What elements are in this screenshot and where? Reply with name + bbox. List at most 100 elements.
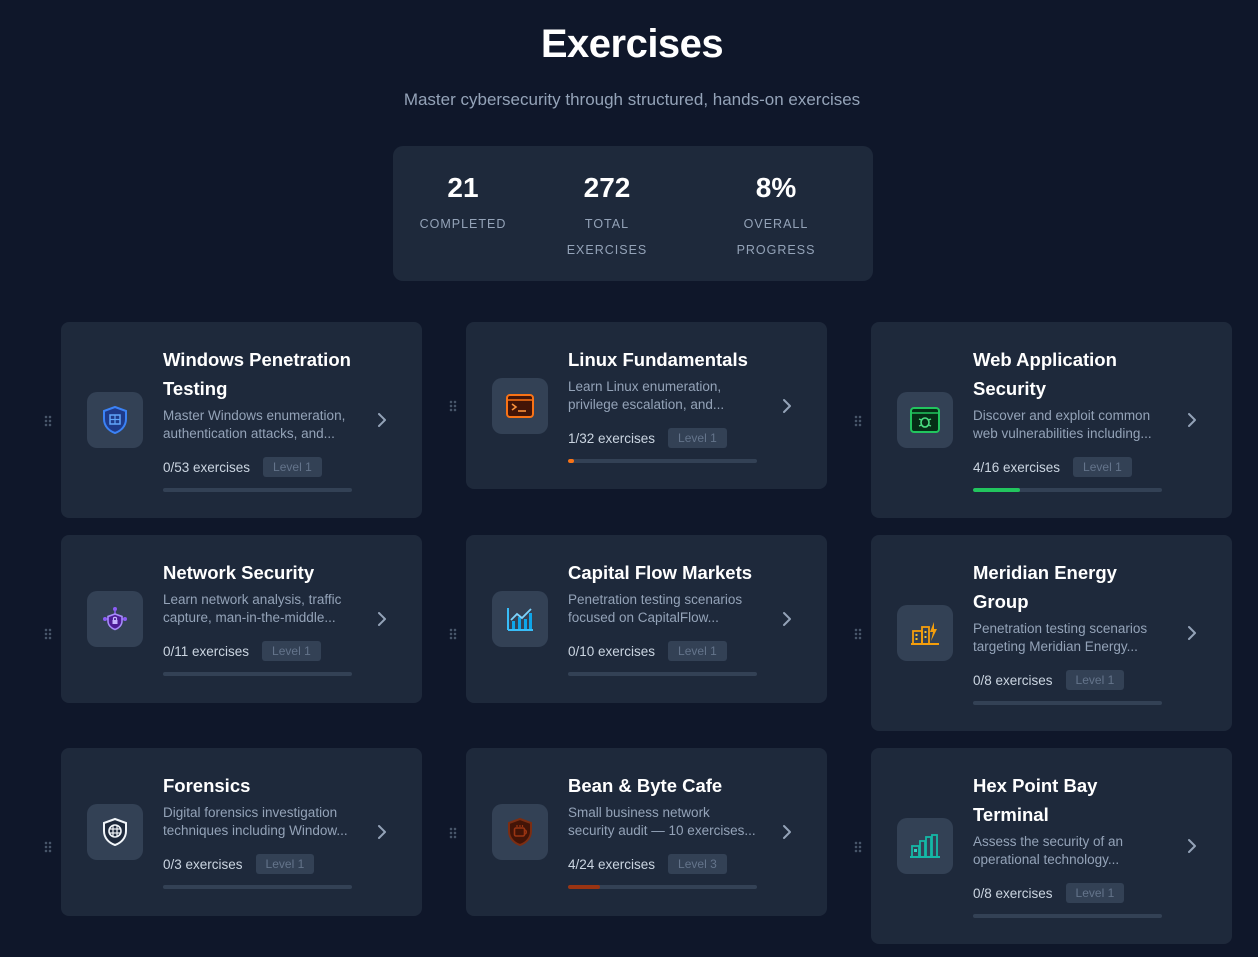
card-title: Bean & Byte Cafe (568, 771, 768, 800)
exercise-card-windows-penetration-testing[interactable]: Windows Penetration Testing Master Windo… (61, 322, 422, 518)
drag-handle-icon[interactable] (854, 841, 862, 853)
card-title-line: Bean & Byte Cafe (568, 775, 723, 796)
stat-label: COMPLETED (413, 211, 513, 237)
card-body: Network Security Learn network analysis,… (163, 558, 363, 676)
exercise-card-capital-flow-markets[interactable]: Capital Flow Markets Penetration testing… (466, 535, 827, 703)
card-description-line: authentication attacks, and... (163, 426, 335, 441)
card-description-line: focused on CapitalFlow... (568, 610, 719, 625)
card-icon (492, 378, 548, 434)
drag-handle-icon[interactable] (44, 841, 52, 853)
card-title-line: Terminal (973, 804, 1049, 825)
card-meta: 0/10 exercises Level 1 (568, 640, 768, 662)
card-description: Master Windows enumeration, authenticati… (163, 407, 363, 443)
stat-value: 8% (755, 172, 797, 203)
drag-handle-icon[interactable] (449, 400, 457, 412)
exercise-count: 4/24 exercises (568, 856, 656, 872)
stat-overall-progress: 8% OVERALL PROGRESS (726, 170, 826, 263)
card-meta: 0/11 exercises Level 1 (163, 640, 363, 662)
card-body: Bean & Byte Cafe Small business network … (568, 771, 768, 889)
card-meta: 0/3 exercises Level 1 (163, 853, 363, 875)
exercise-count: 1/32 exercises (568, 430, 656, 446)
drag-handle-icon[interactable] (854, 628, 862, 640)
card-description-line: Learn network analysis, traffic (163, 592, 342, 607)
shield-icon (103, 405, 127, 435)
level-badge: Level 1 (1073, 457, 1132, 477)
card-title: Meridian Energy Group (973, 558, 1173, 616)
card-title: Network Security (163, 558, 363, 587)
card-description-line: techniques including Window... (163, 823, 348, 838)
card-description: Discover and exploit common web vulnerab… (973, 407, 1173, 443)
card-title: Web Application Security (973, 345, 1173, 403)
card-title-line: Network Security (163, 562, 315, 583)
chevron-right-icon (372, 822, 392, 842)
card-icon (492, 804, 548, 860)
stat-value: 272 (583, 172, 631, 203)
chevron-right-icon (777, 822, 797, 842)
exercise-card-bean-and-byte-cafe[interactable]: Bean & Byte Cafe Small business network … (466, 748, 827, 916)
card-description: Small business network security audit — … (568, 804, 768, 840)
level-badge: Level 3 (668, 854, 727, 874)
progress-bar (568, 672, 757, 676)
level-badge: Level 1 (668, 428, 727, 448)
card-title: Capital Flow Markets (568, 558, 768, 587)
stat-value: 21 (447, 172, 479, 203)
card-icon (897, 392, 953, 448)
stat-label-line: COMPLETED (419, 217, 507, 231)
stats-panel: 21 COMPLETED 272 TOTAL EXERCISES 8% OVER… (393, 146, 873, 281)
level-badge: Level 1 (255, 854, 315, 874)
card-description-line: security audit — 10 exercises... (568, 823, 756, 838)
exercise-count: 0/11 exercises (163, 643, 250, 659)
stat-label-line: OVERALL (743, 217, 809, 231)
card-title-line: Web Application (973, 349, 1117, 370)
chevron-right-icon (1182, 623, 1202, 643)
chevron-right-icon (372, 410, 392, 430)
exercise-count: 0/8 exercises (973, 672, 1053, 688)
exercise-card-linux-fundamentals[interactable]: Linux Fundamentals Learn Linux enumerati… (466, 322, 827, 489)
page-subtitle: Master cybersecurity through structured,… (403, 90, 861, 109)
stat-label-line: PROGRESS (736, 243, 816, 257)
exercise-card-hex-point-bay-terminal[interactable]: Hex Point Bay Terminal Assess the securi… (871, 748, 1232, 944)
progress-bar (163, 488, 352, 492)
chevron-right-icon (1182, 836, 1202, 856)
card-body: Forensics Digital forensics investigatio… (163, 771, 363, 889)
card-body: Linux Fundamentals Learn Linux enumerati… (568, 345, 768, 463)
card-meta: 4/16 exercises Level 1 (973, 456, 1173, 478)
progress-bar (568, 459, 757, 463)
card-meta: 0/53 exercises Level 1 (163, 456, 363, 478)
card-title-line: Group (973, 591, 1029, 612)
card-body: Capital Flow Markets Penetration testing… (568, 558, 768, 676)
exercise-count: 0/10 exercises (568, 643, 656, 659)
exercise-count: 0/3 exercises (163, 856, 243, 872)
exercise-card-meridian-energy-group[interactable]: Meridian Energy Group Penetration testin… (871, 535, 1232, 731)
drag-handle-icon[interactable] (449, 628, 457, 640)
card-description-line: Assess the security of an (973, 834, 1124, 849)
drag-handle-icon[interactable] (44, 628, 52, 640)
exercise-card-web-application-security[interactable]: Web Application Security Discover and ex… (871, 322, 1232, 518)
terminal-icon (506, 394, 534, 418)
chevron-right-icon (1182, 410, 1202, 430)
card-description-line: Discover and exploit common (973, 408, 1151, 423)
card-description-line: operational technology... (973, 852, 1120, 867)
exercise-card-network-security[interactable]: Network Security Learn network analysis,… (61, 535, 422, 703)
exercise-card-forensics[interactable]: Forensics Digital forensics investigatio… (61, 748, 422, 916)
card-description: Penetration testing scenarios targeting … (973, 620, 1173, 656)
chevron-right-icon (372, 609, 392, 629)
card-description-line: capture, man-in-the-middle... (163, 610, 336, 625)
chevron-right-icon (777, 609, 797, 629)
card-title-line: Windows Penetration (163, 349, 351, 370)
card-description: Digital forensics investigation techniqu… (163, 804, 363, 840)
drag-handle-icon[interactable] (854, 415, 862, 427)
card-description-line: Small business network (568, 805, 710, 820)
card-icon (897, 605, 953, 661)
progress-bar (163, 885, 352, 889)
drag-handle-icon[interactable] (449, 827, 457, 839)
card-body: Web Application Security Discover and ex… (973, 345, 1173, 492)
card-description-line: Digital forensics investigation (163, 805, 338, 820)
progress-bar (163, 672, 352, 676)
level-badge: Level 1 (263, 457, 322, 477)
drag-handle-icon[interactable] (44, 415, 52, 427)
progress-bar (973, 914, 1162, 918)
chart-icon (507, 608, 533, 631)
stat-total-exercises: 272 TOTAL EXERCISES (557, 170, 657, 263)
card-description: Learn Linux enumeration, privilege escal… (568, 378, 768, 414)
